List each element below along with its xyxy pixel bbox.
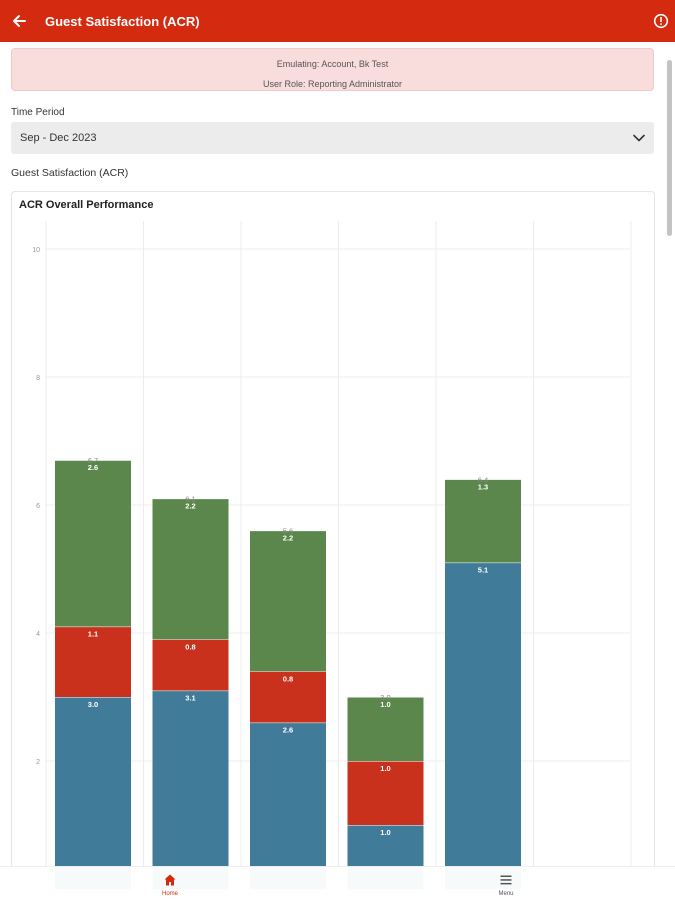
data-label: 3.1 — [185, 694, 195, 703]
bar-segment — [250, 530, 326, 672]
bar-segment — [55, 697, 131, 889]
acr-stacked-bar-chart: 1086423.01.12.63.10.82.22.60.82.21.01.01… — [32, 221, 632, 889]
y-tick-label: 6 — [36, 503, 40, 510]
y-tick-label: 10 — [32, 247, 40, 254]
y-tick-label: 8 — [36, 375, 40, 382]
y-tick-label: 4 — [36, 631, 40, 638]
data-label: 2.6 — [283, 726, 293, 735]
bottom-nav: Home Menu — [0, 866, 675, 900]
nav-menu[interactable]: Menu — [486, 871, 526, 899]
data-label: 0.8 — [283, 674, 293, 683]
hamburger-menu-icon — [500, 875, 512, 885]
data-label: 3.0 — [88, 700, 98, 709]
data-label: 1.0 — [380, 828, 390, 837]
data-label: 1.1 — [88, 630, 98, 639]
bar-segment — [445, 479, 521, 563]
data-label: 5.1 — [478, 566, 488, 575]
total-label: 6.1 — [185, 495, 195, 504]
nav-menu-label: Menu — [498, 891, 514, 897]
total-label: 5.6 — [283, 527, 293, 536]
bar-segment — [152, 690, 229, 889]
data-label: 0.8 — [185, 642, 195, 651]
total-label: 3.0 — [380, 693, 390, 702]
nav-home[interactable]: Home — [150, 871, 190, 899]
data-label: 1.0 — [380, 764, 390, 773]
bar-segment — [445, 562, 521, 889]
y-tick-label: 2 — [36, 759, 40, 766]
total-label: 6.7 — [88, 456, 98, 465]
bar-segment — [152, 498, 229, 640]
total-label: 6.4 — [478, 475, 488, 484]
bar-segment — [250, 722, 326, 889]
nav-home-label: Home — [161, 891, 178, 897]
home-icon — [164, 874, 176, 886]
bar-segment — [55, 460, 131, 627]
